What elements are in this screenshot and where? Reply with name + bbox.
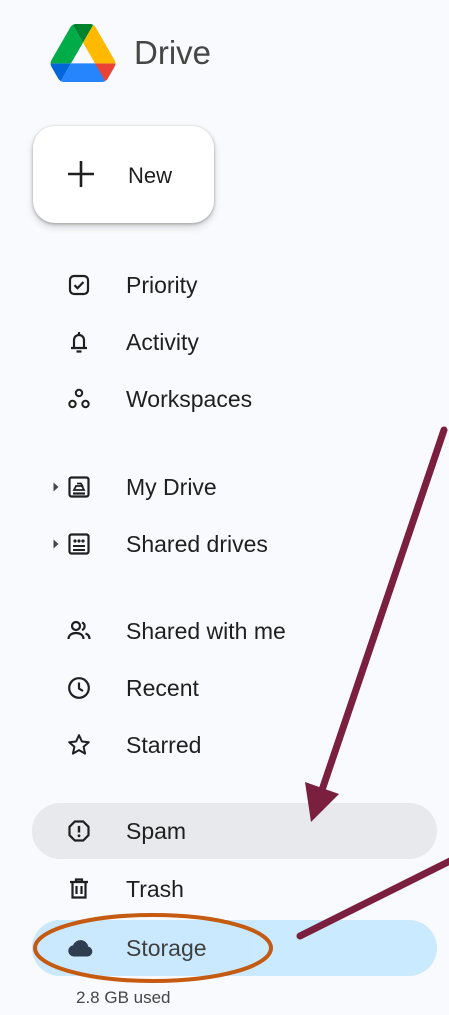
expand-caret-icon[interactable] <box>52 538 60 550</box>
workspaces-icon <box>66 386 92 412</box>
nav-label-my-drive: My Drive <box>126 474 217 500</box>
nav-item-shared-drives[interactable]: Shared drives <box>32 516 437 572</box>
shared-drives-icon <box>66 531 92 557</box>
nav-item-activity[interactable]: Activity <box>32 314 437 370</box>
expand-caret-icon[interactable] <box>52 481 60 493</box>
nav-item-shared-with-me[interactable]: Shared with me <box>32 603 437 659</box>
nav-item-starred[interactable]: Starred <box>32 717 437 773</box>
checkbox-icon <box>66 272 92 298</box>
nav-label-storage: Storage <box>126 935 207 961</box>
nav-label-shared-drives: Shared drives <box>126 531 268 557</box>
plus-icon <box>65 158 97 190</box>
google-drive-logo[interactable] <box>48 24 118 82</box>
star-icon <box>66 732 92 758</box>
nav-item-my-drive[interactable]: My Drive <box>32 459 437 515</box>
storage-used-text: 2.8 GB used <box>76 988 171 1007</box>
nav-label-workspaces: Workspaces <box>126 386 253 412</box>
nav-label-trash: Trash <box>126 876 184 902</box>
nav-item-priority[interactable]: Priority <box>32 257 437 313</box>
new-button-label: New <box>128 163 173 188</box>
bell-icon <box>66 329 92 355</box>
nav-item-recent[interactable]: Recent <box>32 660 437 716</box>
nav-item-workspaces[interactable]: Workspaces <box>32 371 437 427</box>
nav-label-shared-with-me: Shared with me <box>126 618 286 644</box>
trash-icon <box>66 876 92 902</box>
nav-label-spam: Spam <box>126 818 187 844</box>
nav-label-recent: Recent <box>126 675 199 701</box>
spam-icon <box>66 818 92 844</box>
nav-label-activity: Activity <box>126 329 199 355</box>
nav-item-spam[interactable]: Spam <box>32 803 437 859</box>
cloud-icon <box>66 935 93 961</box>
clock-icon <box>66 675 92 701</box>
nav-item-storage[interactable]: Storage <box>32 920 437 976</box>
app-title: Drive <box>134 34 212 71</box>
nav-label-starred: Starred <box>126 732 202 758</box>
people-icon <box>66 618 92 644</box>
nav-label-priority: Priority <box>126 272 198 298</box>
new-button[interactable]: New <box>33 126 214 223</box>
nav-item-trash[interactable]: Trash <box>32 861 437 917</box>
my-drive-icon <box>66 474 92 500</box>
